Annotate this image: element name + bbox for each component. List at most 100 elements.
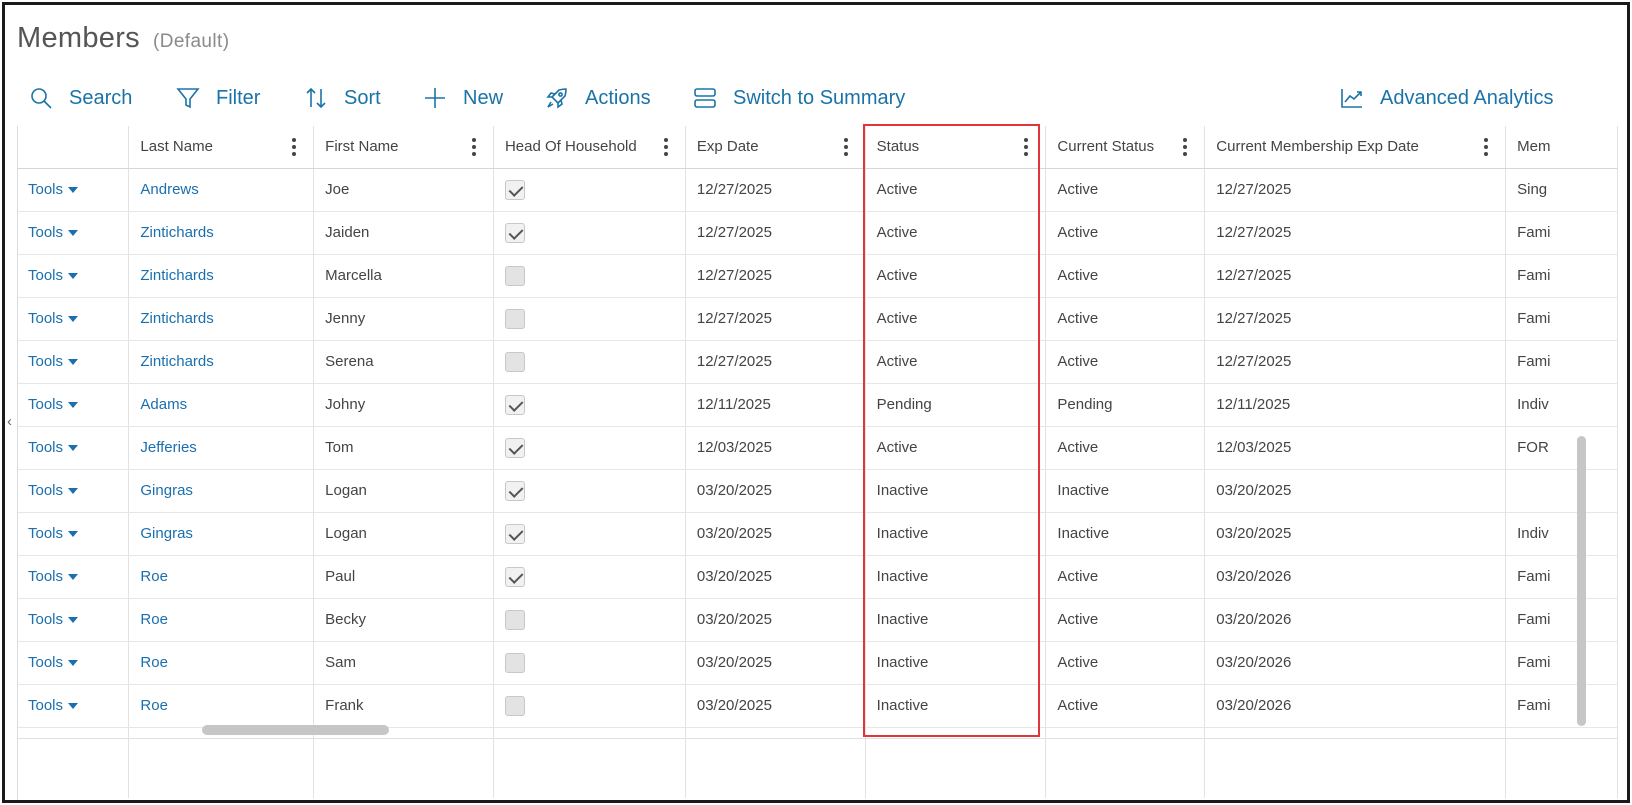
tools-menu[interactable]: Tools — [18, 383, 130, 427]
kebab-menu-icon[interactable] — [663, 138, 668, 156]
checkbox-icon[interactable] — [504, 351, 525, 372]
column-header-membership[interactable]: Mem — [1505, 126, 1618, 169]
checkbox-icon[interactable] — [504, 609, 525, 630]
tools-menu[interactable]: Tools — [18, 340, 130, 384]
current-status-cell: Active — [1045, 211, 1206, 255]
head-of-household-cell — [493, 383, 686, 427]
tools-menu[interactable]: Tools — [18, 641, 130, 685]
checkbox-icon[interactable] — [504, 566, 525, 587]
tools-menu[interactable]: Tools — [18, 555, 130, 599]
last-name-link[interactable]: Gingras — [128, 512, 315, 556]
column-header-current-status[interactable]: Current Status — [1045, 126, 1206, 169]
current-membership-exp-date-cell: 12/27/2025 — [1204, 254, 1507, 298]
tools-menu[interactable]: Tools — [18, 426, 130, 470]
filter-icon — [176, 88, 200, 109]
column-header-status[interactable]: Status — [865, 126, 1047, 169]
first-name-cell: Frank — [313, 684, 494, 728]
last-name-link[interactable]: Zintichards — [128, 340, 315, 384]
last-name-link[interactable]: Adams — [128, 383, 315, 427]
last-name-link[interactable]: Andrews — [128, 168, 315, 212]
first-name-cell: Paul — [313, 555, 494, 599]
head-of-household-cell — [493, 598, 686, 642]
table-row: Tools Roe Becky 03/20/2025 Inactive Active 03/… — [18, 598, 1618, 642]
last-name-link[interactable]: Roe — [128, 684, 315, 728]
column-header-head-of-household[interactable]: Head Of Household — [493, 126, 686, 169]
checkbox-icon[interactable] — [504, 222, 525, 243]
sort-button[interactable]: Sort — [304, 81, 381, 115]
checkbox-icon[interactable] — [504, 695, 525, 716]
table-row: Tools Roe Paul 03/20/2025 Inactive Active 03/2… — [18, 555, 1618, 599]
collapse-chevron-icon[interactable]: ‹ — [7, 413, 12, 430]
status-cell: Inactive — [865, 684, 1047, 728]
new-label: New — [463, 86, 504, 109]
checkbox-icon[interactable] — [504, 179, 525, 200]
column-header-label: Status — [876, 138, 920, 156]
tools-label: Tools — [28, 439, 64, 456]
actions-button[interactable]: Actions — [545, 81, 651, 115]
last-name-link[interactable]: Gingras — [128, 469, 315, 513]
column-header-exp-date[interactable]: Exp Date — [685, 126, 866, 169]
membership-cell — [1505, 469, 1618, 513]
tools-menu[interactable]: Tools — [18, 297, 130, 341]
checkbox-icon[interactable] — [504, 480, 525, 501]
vertical-scrollbar[interactable] — [1577, 436, 1586, 726]
tools-menu[interactable]: Tools — [18, 254, 130, 298]
column-header-first-name[interactable]: First Name — [313, 126, 494, 169]
tools-menu[interactable]: Tools — [18, 598, 130, 642]
last-name-link[interactable]: Roe — [128, 555, 315, 599]
tools-menu[interactable]: Tools — [18, 211, 130, 255]
advanced-analytics-button[interactable]: Advanced Analytics — [1340, 81, 1553, 115]
last-name-link[interactable]: Zintichards — [128, 211, 315, 255]
first-name-cell: Logan — [313, 512, 494, 556]
kebab-menu-icon[interactable] — [1484, 138, 1489, 156]
last-name-link[interactable]: Jefferies — [128, 426, 315, 470]
last-name-link[interactable]: Zintichards — [128, 254, 315, 298]
view-name: (Default) — [152, 31, 230, 52]
kebab-menu-icon[interactable] — [471, 138, 476, 156]
kebab-menu-icon[interactable] — [843, 138, 848, 156]
checkbox-icon[interactable] — [504, 308, 525, 329]
filter-button[interactable]: Filter — [176, 81, 260, 115]
first-name-cell: Sam — [313, 641, 494, 685]
switch-to-summary-button[interactable]: Switch to Summary — [693, 81, 905, 115]
membership-cell: Fami — [1505, 555, 1618, 599]
search-button[interactable]: Search — [29, 81, 132, 115]
tools-menu[interactable]: Tools — [18, 512, 130, 556]
first-name-cell: Marcella — [313, 254, 494, 298]
horizontal-scrollbar[interactable] — [202, 725, 389, 735]
checkbox-icon[interactable] — [504, 437, 525, 458]
last-name-link[interactable]: Roe — [128, 641, 315, 685]
head-of-household-cell — [493, 469, 686, 513]
footer-row — [18, 737, 1618, 798]
sort-icon — [306, 87, 326, 109]
tools-menu[interactable]: Tools — [18, 469, 130, 513]
last-name-link[interactable]: Zintichards — [128, 297, 315, 341]
first-name-cell: Johny — [313, 383, 494, 427]
checkbox-icon[interactable] — [504, 652, 525, 673]
checkbox-icon[interactable] — [504, 265, 525, 286]
last-name-link[interactable]: Roe — [128, 598, 315, 642]
new-button[interactable]: New — [423, 81, 503, 115]
tools-menu[interactable]: Tools — [18, 684, 130, 728]
exp-date-cell: 12/27/2025 — [685, 211, 866, 255]
membership-cell: Sing — [1505, 168, 1618, 212]
current-status-cell: Active — [1045, 641, 1206, 685]
checkbox-icon[interactable] — [504, 394, 525, 415]
tools-menu[interactable]: Tools — [18, 168, 130, 212]
column-header-current-membership-exp-date[interactable]: Current Membership Exp Date — [1204, 126, 1507, 169]
table-row: Tools Gingras Logan 03/20/2025 Inactive Inact… — [18, 512, 1618, 556]
kebab-menu-icon[interactable] — [292, 138, 297, 156]
column-header-last-name[interactable]: Last Name — [128, 126, 315, 169]
actions-label: Actions — [585, 86, 651, 109]
tools-label: Tools — [28, 353, 64, 370]
current-membership-exp-date-cell: 12/27/2025 — [1204, 168, 1507, 212]
caret-down-icon — [68, 316, 79, 323]
table-row: Tools Zintichards Jenny 12/27/2025 Active Act… — [18, 297, 1618, 341]
kebab-menu-icon[interactable] — [1183, 138, 1188, 156]
table-row: Tools Jefferies Tom 12/03/2025 Active Active 1… — [18, 426, 1618, 470]
table-row: Tools Zintichards Marcella 12/27/2025 Active… — [18, 254, 1618, 298]
checkbox-icon[interactable] — [504, 523, 525, 544]
kebab-menu-icon[interactable] — [1024, 138, 1029, 156]
page-title: Members — [17, 22, 140, 54]
table-row: Tools Roe Sam 03/20/2025 Inactive Active 03/20… — [18, 641, 1618, 685]
